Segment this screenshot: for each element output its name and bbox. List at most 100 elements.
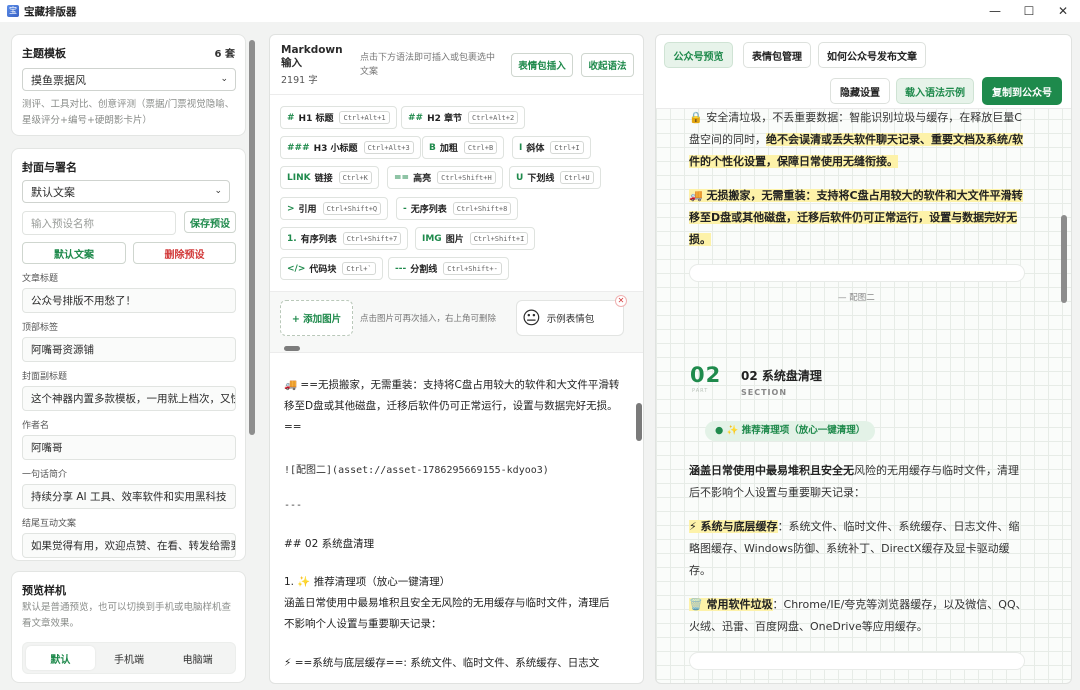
syntax-h3-button[interactable]: ### H3 小标题 Ctrl+Alt+3 xyxy=(280,136,421,159)
theme-title: 主题模板 xyxy=(22,47,66,60)
syntax-mark: # xyxy=(287,112,295,123)
editor-line: 🚚 ==无损搬家，无需重装：支持将C盘占用较大的软件和大文件平滑转 xyxy=(284,379,620,391)
broken-image-placeholder xyxy=(689,652,1025,670)
syntax-label: 引用 xyxy=(298,205,317,215)
syntax-underline-button[interactable]: U 下划线 Ctrl+U xyxy=(509,166,601,189)
syntax-h2-button[interactable]: ## H2 章节 Ctrl+Alt+2 xyxy=(401,106,526,129)
field-label-subtitle: 封面副标题 xyxy=(22,372,68,382)
shortcut-key: Ctrl+Shift+- xyxy=(443,262,502,275)
preview-mobile-option[interactable]: 手机端 xyxy=(95,646,164,670)
syntax-quote-button[interactable]: > 引用 Ctrl+Shift+Q xyxy=(280,197,389,220)
syntax-bold-button[interactable]: B 加粗 Ctrl+B xyxy=(422,136,505,159)
top-tag-input[interactable]: 阿嘴哥资源铺 xyxy=(22,337,236,362)
syntax-label: 有序列表 xyxy=(300,235,337,245)
syntax-mark: --- xyxy=(395,263,407,274)
syntax-mark: I xyxy=(519,142,523,153)
syntax-mark: ### xyxy=(287,142,310,153)
tab-emoji-manager[interactable]: 表情包管理 xyxy=(743,42,811,68)
preview-toolbar: 公众号预览 表情包管理 如何公众号发布文章 隐藏设置 载入语法示例 复制到公众号 xyxy=(656,35,1071,109)
markdown-header: Markdown 输入 2191 字 点击下方语法即可插入或包裹选中文案 表情包… xyxy=(270,35,643,95)
syntax-mark: </> xyxy=(287,263,306,274)
syntax-image-button[interactable]: IMG 图片 Ctrl+Shift+I xyxy=(415,227,536,250)
sample-emoji-thumb[interactable]: 😐 示例表情包 xyxy=(516,300,624,336)
subtitle-input[interactable]: 这个神器内置多款模板，一用就上档次，又快 xyxy=(22,386,236,411)
preview-paragraph: 涵盖日常使用中最易堆积且安全无风险的无用缓存与临时文件，清理后不影响个人设置与重… xyxy=(689,460,1029,504)
theme-select[interactable]: 摸鱼票据风 ⌄ xyxy=(22,68,236,91)
field-label-title: 文章标题 xyxy=(22,274,59,284)
markdown-editor[interactable]: 🚚 ==无损搬家，无需重装：支持将C盘占用较大的软件和大文件平滑转 移至D盘或其… xyxy=(270,353,643,683)
minimize-button[interactable]: — xyxy=(978,0,1012,22)
shortcut-key: Ctrl+Shift+Q xyxy=(322,202,382,215)
delete-image-icon[interactable]: ✕ xyxy=(615,295,627,307)
syntax-highlight-button[interactable]: == 高亮 Ctrl+Shift+H xyxy=(387,166,503,189)
preview-style-segment: 默认 手机端 电脑端 xyxy=(22,642,236,674)
article-title-input[interactable]: 公众号排版不用愁了！ xyxy=(22,288,236,313)
syntax-mark: ## xyxy=(408,112,424,123)
theme-select-value: 摸鱼票据风 xyxy=(31,73,86,87)
sample-emoji-label: 示例表情包 xyxy=(546,314,595,325)
preview-scrollbar[interactable] xyxy=(1061,215,1067,303)
editor-line: ![配图二](asset://asset-1786295669155-kdyoo… xyxy=(284,465,549,476)
default-copy-button[interactable]: 默认文案 xyxy=(22,242,126,264)
preview-default-option[interactable]: 默认 xyxy=(26,646,95,670)
collapse-syntax-button[interactable]: 收起语法 xyxy=(581,53,634,77)
editor-scrollbar[interactable] xyxy=(636,403,642,441)
shortcut-key: Ctrl+Alt+1 xyxy=(339,111,390,124)
editor-line: --- xyxy=(284,500,303,511)
preview-panel: 公众号预览 表情包管理 如何公众号发布文章 隐藏设置 载入语法示例 复制到公众号… xyxy=(655,34,1072,684)
ending-input[interactable]: 如果觉得有用，欢迎点赞、在看、转发给需要 xyxy=(22,533,236,558)
field-label-top-tag: 顶部标签 xyxy=(22,323,59,333)
chevron-down-icon: ⌄ xyxy=(214,186,222,196)
section-number: 02 xyxy=(690,363,722,387)
emoji-face-icon: 😐 xyxy=(522,307,541,329)
field-label-author: 作者名 xyxy=(22,421,50,431)
author-input[interactable]: 阿嘴哥 xyxy=(22,435,236,460)
syntax-label: 代码块 xyxy=(309,265,337,275)
preset-select[interactable]: 默认文案 ⌄ xyxy=(22,180,230,203)
emoji-insert-button[interactable]: 表情包插入 xyxy=(511,53,573,77)
field-label-ending: 结尾互动文案 xyxy=(22,519,77,529)
cover-fields: 文章标题 公众号排版不用愁了！ 顶部标签 阿嘴哥资源铺 封面副标题 这个神器内置… xyxy=(22,265,236,558)
close-button[interactable]: ✕ xyxy=(1046,0,1080,22)
syntax-divider-button[interactable]: --- 分割线 Ctrl+Shift+- xyxy=(388,257,509,280)
preview-paragraph: ⚡ 系统与底层缓存：系统文件、临时文件、系统缓存、日志文件、缩略图缓存、Wind… xyxy=(689,516,1029,582)
strip-scrollbar[interactable] xyxy=(284,346,300,351)
tab-how-to-publish[interactable]: 如何公众号发布文章 xyxy=(818,42,926,68)
shortcut-key: Ctrl+Alt+3 xyxy=(363,141,414,154)
app-logo-icon: 宝 xyxy=(7,5,19,17)
preview-paragraph: 🚚 无损搬家，无需重装：支持将C盘占用较大的软件和大文件平滑转移至D盘或其他磁盘… xyxy=(689,185,1029,251)
theme-count: 6 套 xyxy=(214,49,235,60)
save-preset-button[interactable]: 保存预设 xyxy=(184,211,236,233)
load-example-button[interactable]: 载入语法示例 xyxy=(896,78,974,104)
syntax-ordered-list-button[interactable]: 1. 有序列表 Ctrl+Shift+7 xyxy=(280,227,409,250)
left-scrollbar[interactable] xyxy=(249,40,255,435)
theme-description: 测评、工具对比、创意评测（票据/门票视觉隐喻、星级评分+编号+硬朗影卡片） xyxy=(22,99,235,126)
section-subtitle: SECTION xyxy=(741,388,788,397)
syntax-h1-button[interactable]: # H1 标题 Ctrl+Alt+1 xyxy=(280,106,397,129)
maximize-button[interactable]: ☐ xyxy=(1012,0,1046,22)
hide-settings-button[interactable]: 隐藏设置 xyxy=(830,78,890,104)
preview-highlight: 🚚 无损搬家，无需重装：支持将C盘占用较大的软件和大文件平滑转移至D盘或其他磁盘… xyxy=(689,189,1023,246)
preview-desktop-option[interactable]: 电脑端 xyxy=(163,646,232,670)
shortcut-key: Ctrl+Shift+7 xyxy=(342,232,402,245)
syntax-mark: B xyxy=(429,142,436,153)
copy-to-wechat-button[interactable]: 复制到公众号 xyxy=(982,77,1062,105)
shortcut-key: Ctrl+K xyxy=(338,171,372,184)
syntax-code-block-button[interactable]: </> 代码块 Ctrl+` xyxy=(280,257,383,280)
preset-name-input[interactable]: 输入预设名称 xyxy=(22,211,176,235)
intro-input[interactable]: 持续分享 AI 工具、效率软件和实用黑科技 xyxy=(22,484,236,509)
tab-wechat-preview[interactable]: 公众号预览 xyxy=(664,42,733,68)
syntax-unordered-list-button[interactable]: - 无序列表 Ctrl+Shift+8 xyxy=(396,197,519,220)
image-hint: 点击图片可再次插入，右上角可删除 xyxy=(360,314,497,324)
add-image-button[interactable]: + 添加图片 xyxy=(280,300,353,336)
syntax-label: H2 章节 xyxy=(427,114,463,124)
shortcut-key: Ctrl+` xyxy=(342,262,376,275)
editor-line: 不影响个人设置与重要聊天记录： xyxy=(284,618,442,630)
syntax-link-button[interactable]: LINK 链接 Ctrl+K xyxy=(280,166,379,189)
syntax-label: 图片 xyxy=(445,235,464,245)
syntax-label: 链接 xyxy=(314,174,333,184)
syntax-italic-button[interactable]: I 斜体 Ctrl+I xyxy=(512,136,591,159)
delete-preset-button[interactable]: 删除预设 xyxy=(133,242,236,264)
shortcut-key: Ctrl+B xyxy=(463,141,498,154)
cover-card: 封面与署名 默认文案 ⌄ 输入预设名称 保存预设 默认文案 删除预设 文章标题 … xyxy=(11,148,246,561)
